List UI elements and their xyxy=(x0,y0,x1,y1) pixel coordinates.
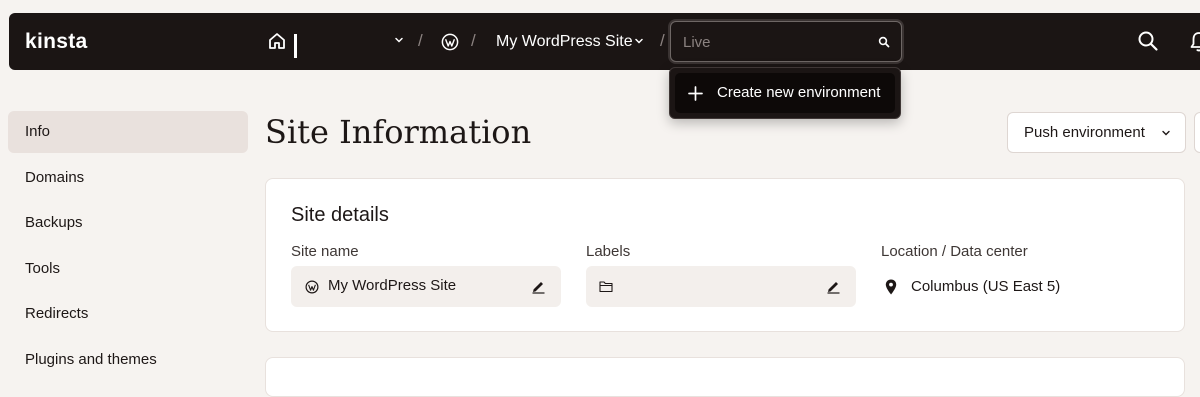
edit-icon[interactable] xyxy=(826,279,841,294)
home-icon[interactable] xyxy=(268,32,286,50)
labels-label: Labels xyxy=(586,243,631,260)
breadcrumb-separator: / xyxy=(471,31,476,50)
sidebar-item-tools[interactable]: Tools xyxy=(8,248,248,290)
push-environment-label: Push environment xyxy=(1024,124,1145,141)
edit-icon[interactable] xyxy=(531,279,546,294)
environment-selector[interactable] xyxy=(670,21,902,62)
labels-field[interactable] xyxy=(586,266,856,307)
top-navigation-bar: kinsta / / My WordPress Site / xyxy=(9,13,1200,70)
chevron-down-icon[interactable] xyxy=(634,36,644,46)
sidebar-item-backups[interactable]: Backups xyxy=(8,202,248,244)
plus-icon xyxy=(688,86,703,101)
breadcrumb-separator: / xyxy=(660,31,665,50)
site-breadcrumb[interactable]: My WordPress Site xyxy=(496,32,633,52)
create-new-environment-button[interactable]: Create new environment xyxy=(675,73,895,113)
sidebar-item-domains[interactable]: Domains xyxy=(8,157,248,199)
chevron-down-icon xyxy=(1162,130,1170,136)
sidebar-item-info[interactable]: Info xyxy=(8,111,248,153)
company-selector-cursor[interactable] xyxy=(294,34,297,58)
create-new-environment-label: Create new environment xyxy=(717,84,881,101)
site-details-card: Site details Site name My WordPress Site… xyxy=(265,178,1185,332)
kinsta-logo[interactable]: kinsta xyxy=(25,30,88,54)
sidebar-item-plugins-and-themes[interactable]: Plugins and themes xyxy=(8,339,248,381)
wordpress-icon xyxy=(305,280,319,294)
next-card xyxy=(265,357,1185,397)
search-icon xyxy=(878,36,890,48)
bell-icon[interactable] xyxy=(1189,31,1200,53)
site-sidebar: Info Domains Backups Tools Redirects Plu… xyxy=(8,111,248,384)
wordpress-icon[interactable] xyxy=(441,33,459,51)
environment-search-input[interactable] xyxy=(683,32,863,52)
more-actions-button[interactable] xyxy=(1194,112,1200,153)
location-label: Location / Data center xyxy=(881,243,1028,260)
location-value: Columbus (US East 5) xyxy=(911,278,1061,295)
environment-dropdown: Create new environment xyxy=(669,67,901,119)
page-title: Site Information xyxy=(265,113,532,151)
search-icon[interactable] xyxy=(1137,30,1159,52)
chevron-down-icon[interactable] xyxy=(394,35,404,45)
sidebar-item-redirects[interactable]: Redirects xyxy=(8,293,248,335)
breadcrumb-separator: / xyxy=(418,31,423,50)
folder-icon xyxy=(599,281,613,293)
card-title: Site details xyxy=(291,204,389,226)
site-name-value: My WordPress Site xyxy=(328,277,457,294)
site-name-field: My WordPress Site xyxy=(291,266,561,307)
location-pin-icon xyxy=(885,279,897,295)
site-name-label: Site name xyxy=(291,243,359,260)
push-environment-button[interactable]: Push environment xyxy=(1007,112,1186,153)
